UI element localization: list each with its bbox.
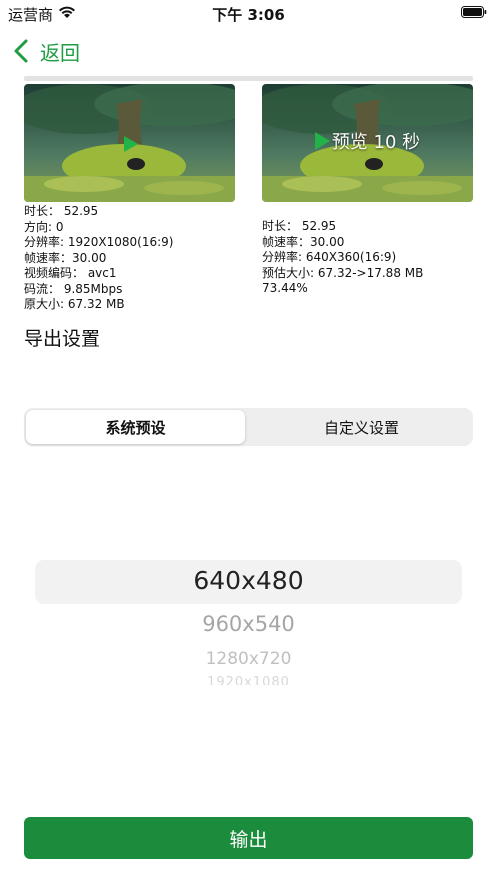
preview-overlay: 预览 10 秒 [262,128,473,154]
divider [24,76,473,81]
picker-option[interactable]: 1280x720 [0,649,497,669]
picker-option-selected[interactable]: 640x480 [0,566,497,595]
output-estimated-size: 预估大小: 67.32->17.88 MB [262,265,424,280]
source-size: 原大小: 67.32 MB [24,297,125,311]
picker-option[interactable]: 960x540 [0,612,497,636]
output-resolution: 分辨率: 640X360(16:9) [262,250,397,264]
picker-option[interactable]: 1920x1080 [0,675,497,685]
output-info: 时长： 52.95 帧速率：30.00 分辨率: 640X360(16:9) 预… [262,219,423,297]
preview-overlay-label: 预览 10 秒 [331,132,421,153]
video-frame-image [24,84,235,202]
output-button[interactable]: 输出 [24,817,473,859]
back-button[interactable]: 返回 [12,36,80,66]
source-bitrate: 码流： 9.85Mbps [24,281,123,296]
clock: 下午 3:06 [212,6,285,24]
source-resolution: 分辨率: 1920X1080(16:9) [24,235,174,249]
settings-segmented-control: 系统预设 自定义设置 [24,408,473,446]
source-framerate: 帧速率：30.00 [24,250,107,265]
output-framerate: 帧速率：30.00 [262,234,345,249]
source-orientation: 方向: 0 [24,219,64,234]
segment-system-preset[interactable]: 系统预设 [26,410,245,444]
output-compression-ratio: 73.44% [262,281,308,295]
play-icon [314,132,330,150]
export-settings-title: 导出设置 [24,328,101,350]
chevron-left-icon [14,39,28,63]
back-label: 返回 [40,40,80,65]
status-bar: 运营商 下午 3:06 [0,0,497,26]
output-duration: 时长： 52.95 [262,219,337,233]
source-video-thumbnail[interactable] [24,84,235,202]
battery-icon [461,6,487,18]
segment-custom-settings[interactable]: 自定义设置 [252,410,471,444]
source-codec: 视频编码： avc1 [24,266,117,280]
source-duration: 时长： 52.95 [24,204,99,218]
source-info: 时长： 52.95 方向: 0 分辨率: 1920X1080(16:9) 帧速率… [24,204,173,313]
preview-video-thumbnail[interactable]: 预览 10 秒 [262,84,473,202]
